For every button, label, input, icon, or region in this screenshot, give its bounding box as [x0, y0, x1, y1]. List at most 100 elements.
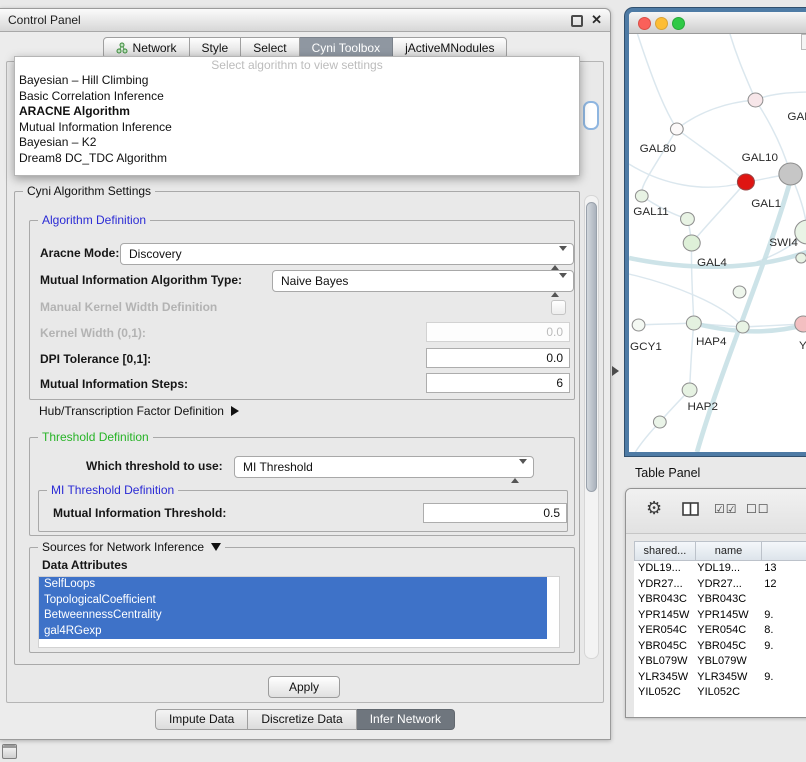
cell[interactable]: YBR043C [634, 592, 693, 608]
cell[interactable]: 13 [760, 561, 806, 577]
network-node-gray[interactable] [779, 163, 802, 185]
apply-button[interactable]: Apply [268, 676, 340, 698]
column-header-clipped[interactable] [762, 541, 806, 561]
network-node-swi4[interactable] [796, 253, 806, 263]
network-node-gal10-selected[interactable] [737, 174, 754, 190]
cell[interactable]: YBL079W [634, 654, 693, 670]
columns-icon[interactable] [682, 502, 700, 517]
data-attributes-list[interactable]: SelfLoops TopologicalCoefficient Between… [38, 576, 560, 648]
cell[interactable]: YBR045C [634, 639, 693, 655]
cell[interactable]: YBR043C [693, 592, 760, 608]
cell[interactable]: 8. [760, 623, 806, 639]
cell[interactable]: YPR145W [693, 608, 760, 624]
algorithm-option[interactable]: Basic Correlation Inference [15, 89, 579, 105]
cell[interactable]: 12 [760, 577, 806, 593]
cell[interactable]: YLR345W [693, 670, 760, 686]
network-canvas[interactable]: GAL80 GAL10 GAL7 GAL11 GAL1 SWI4 GAL4 GC… [629, 34, 806, 452]
network-graph[interactable]: GAL80 GAL10 GAL7 GAL11 GAL1 SWI4 GAL4 GC… [629, 34, 806, 452]
tab-impute-data[interactable]: Impute Data [155, 709, 248, 730]
cell[interactable]: YPR145W [634, 608, 693, 624]
close-icon[interactable]: ✕ [591, 12, 602, 28]
settings-scrollbar-thumb[interactable] [586, 202, 597, 492]
gear-icon[interactable]: ⚙ [646, 498, 662, 519]
splitpane-collapse-arrow[interactable] [612, 366, 619, 376]
algorithm-option[interactable]: Bayesian – Hill Climbing [15, 73, 579, 89]
table-row[interactable]: YIL052C YIL052C [634, 685, 806, 701]
algorithm-option[interactable]: Bayesian – K2 [15, 135, 579, 151]
cell[interactable] [760, 654, 806, 670]
minimized-panel-icon[interactable] [2, 744, 17, 759]
aracne-mode-select[interactable]: Discovery [120, 243, 574, 265]
list-item[interactable]: TopologicalCoefficient [39, 593, 547, 609]
list-item[interactable]: BetweennessCentrality [39, 608, 547, 624]
table-row[interactable]: YBR045C YBR045C 9. [634, 639, 806, 655]
sources-expander[interactable]: Sources for Network Inference [38, 540, 225, 554]
mi-type-select[interactable]: Naive Bayes [272, 270, 574, 292]
network-node-hap2[interactable] [682, 383, 697, 397]
zoom-traffic-light[interactable] [672, 17, 685, 30]
table-row[interactable]: YBR043C YBR043C [634, 592, 806, 608]
table-row[interactable]: YER054C YER054C 8. [634, 623, 806, 639]
canvas-corner-widget[interactable] [801, 34, 806, 50]
network-node-gal80[interactable] [670, 123, 683, 135]
node-label: SWI4 [769, 237, 798, 249]
float-window-icon[interactable] [571, 15, 583, 27]
table-row[interactable]: YLR345W YLR345W 9. [634, 670, 806, 686]
deselect-all-checkboxes-icon[interactable]: ☐☐ [746, 502, 770, 516]
cell[interactable]: YIL052C [693, 685, 760, 701]
network-node[interactable] [653, 416, 666, 428]
table-row[interactable]: YDL19... YDL19... 13 [634, 561, 806, 577]
list-item[interactable]: gal4RGexp [39, 624, 547, 640]
list-item[interactable]: SelfLoops [39, 577, 547, 593]
algorithm-option-selected[interactable]: ARACNE Algorithm [15, 104, 579, 120]
table-row[interactable]: YBL079W YBL079W [634, 654, 806, 670]
cell[interactable]: YDL19... [634, 561, 693, 577]
mi-threshold-input[interactable]: 0.5 [423, 503, 567, 523]
mi-threshold-label: Mutual Information Threshold: [53, 506, 226, 520]
minimize-traffic-light[interactable] [655, 17, 668, 30]
tab-infer-network[interactable]: Infer Network [357, 709, 455, 730]
cell[interactable]: YBR045C [693, 639, 760, 655]
cell[interactable]: YDL19... [693, 561, 760, 577]
cell[interactable] [760, 592, 806, 608]
network-node-hap4[interactable] [686, 316, 701, 330]
cell[interactable]: 9. [760, 639, 806, 655]
tab-discretize-data[interactable]: Discretize Data [248, 709, 356, 730]
settings-scrollbar[interactable] [584, 195, 599, 659]
cell[interactable]: YLR345W [634, 670, 693, 686]
network-node[interactable] [748, 93, 763, 107]
manual-kernel-checkbox[interactable] [551, 300, 566, 315]
mi-steps-input[interactable]: 6 [426, 373, 570, 393]
cell[interactable]: YDR27... [634, 577, 693, 593]
cell[interactable]: 9. [760, 670, 806, 686]
table-row[interactable]: YDR27... YDR27... 12 [634, 577, 806, 593]
hub-definition-expander[interactable]: Hub/Transcription Factor Definition [39, 404, 239, 418]
network-node[interactable] [733, 286, 746, 298]
algorithm-definition-group: Algorithm Definition Aracne Mode: Discov… [29, 220, 575, 400]
cell[interactable]: YDR27... [693, 577, 760, 593]
network-node-pink[interactable] [795, 316, 806, 332]
dpi-tolerance-input[interactable]: 0.0 [426, 348, 570, 368]
network-node-gal4[interactable] [683, 235, 700, 251]
combo-arrows-icon [551, 248, 567, 268]
hidden-control-fragment [583, 101, 599, 130]
algorithm-option[interactable]: Mutual Information Inference [15, 120, 579, 136]
column-header-name[interactable]: name [696, 541, 762, 561]
cell[interactable]: YER054C [634, 623, 693, 639]
column-header-shared-name[interactable]: shared... [634, 541, 696, 561]
close-traffic-light[interactable] [638, 17, 651, 30]
which-threshold-select[interactable]: MI Threshold [234, 456, 534, 478]
cell[interactable]: 9. [760, 608, 806, 624]
network-node[interactable] [736, 321, 749, 333]
cell[interactable] [760, 685, 806, 701]
cell[interactable]: YBL079W [693, 654, 760, 670]
kernel-width-input[interactable]: 0.0 [426, 322, 570, 342]
network-node-gcy1[interactable] [632, 319, 645, 331]
network-node-gal11[interactable] [635, 190, 648, 202]
network-node[interactable] [681, 213, 695, 226]
algorithm-option[interactable]: Dream8 DC_TDC Algorithm [15, 151, 579, 167]
table-row[interactable]: YPR145W YPR145W 9. [634, 608, 806, 624]
cell[interactable]: YER054C [693, 623, 760, 639]
cell[interactable]: YIL052C [634, 685, 693, 701]
select-all-checkboxes-icon[interactable]: ☑☑ [714, 502, 738, 516]
